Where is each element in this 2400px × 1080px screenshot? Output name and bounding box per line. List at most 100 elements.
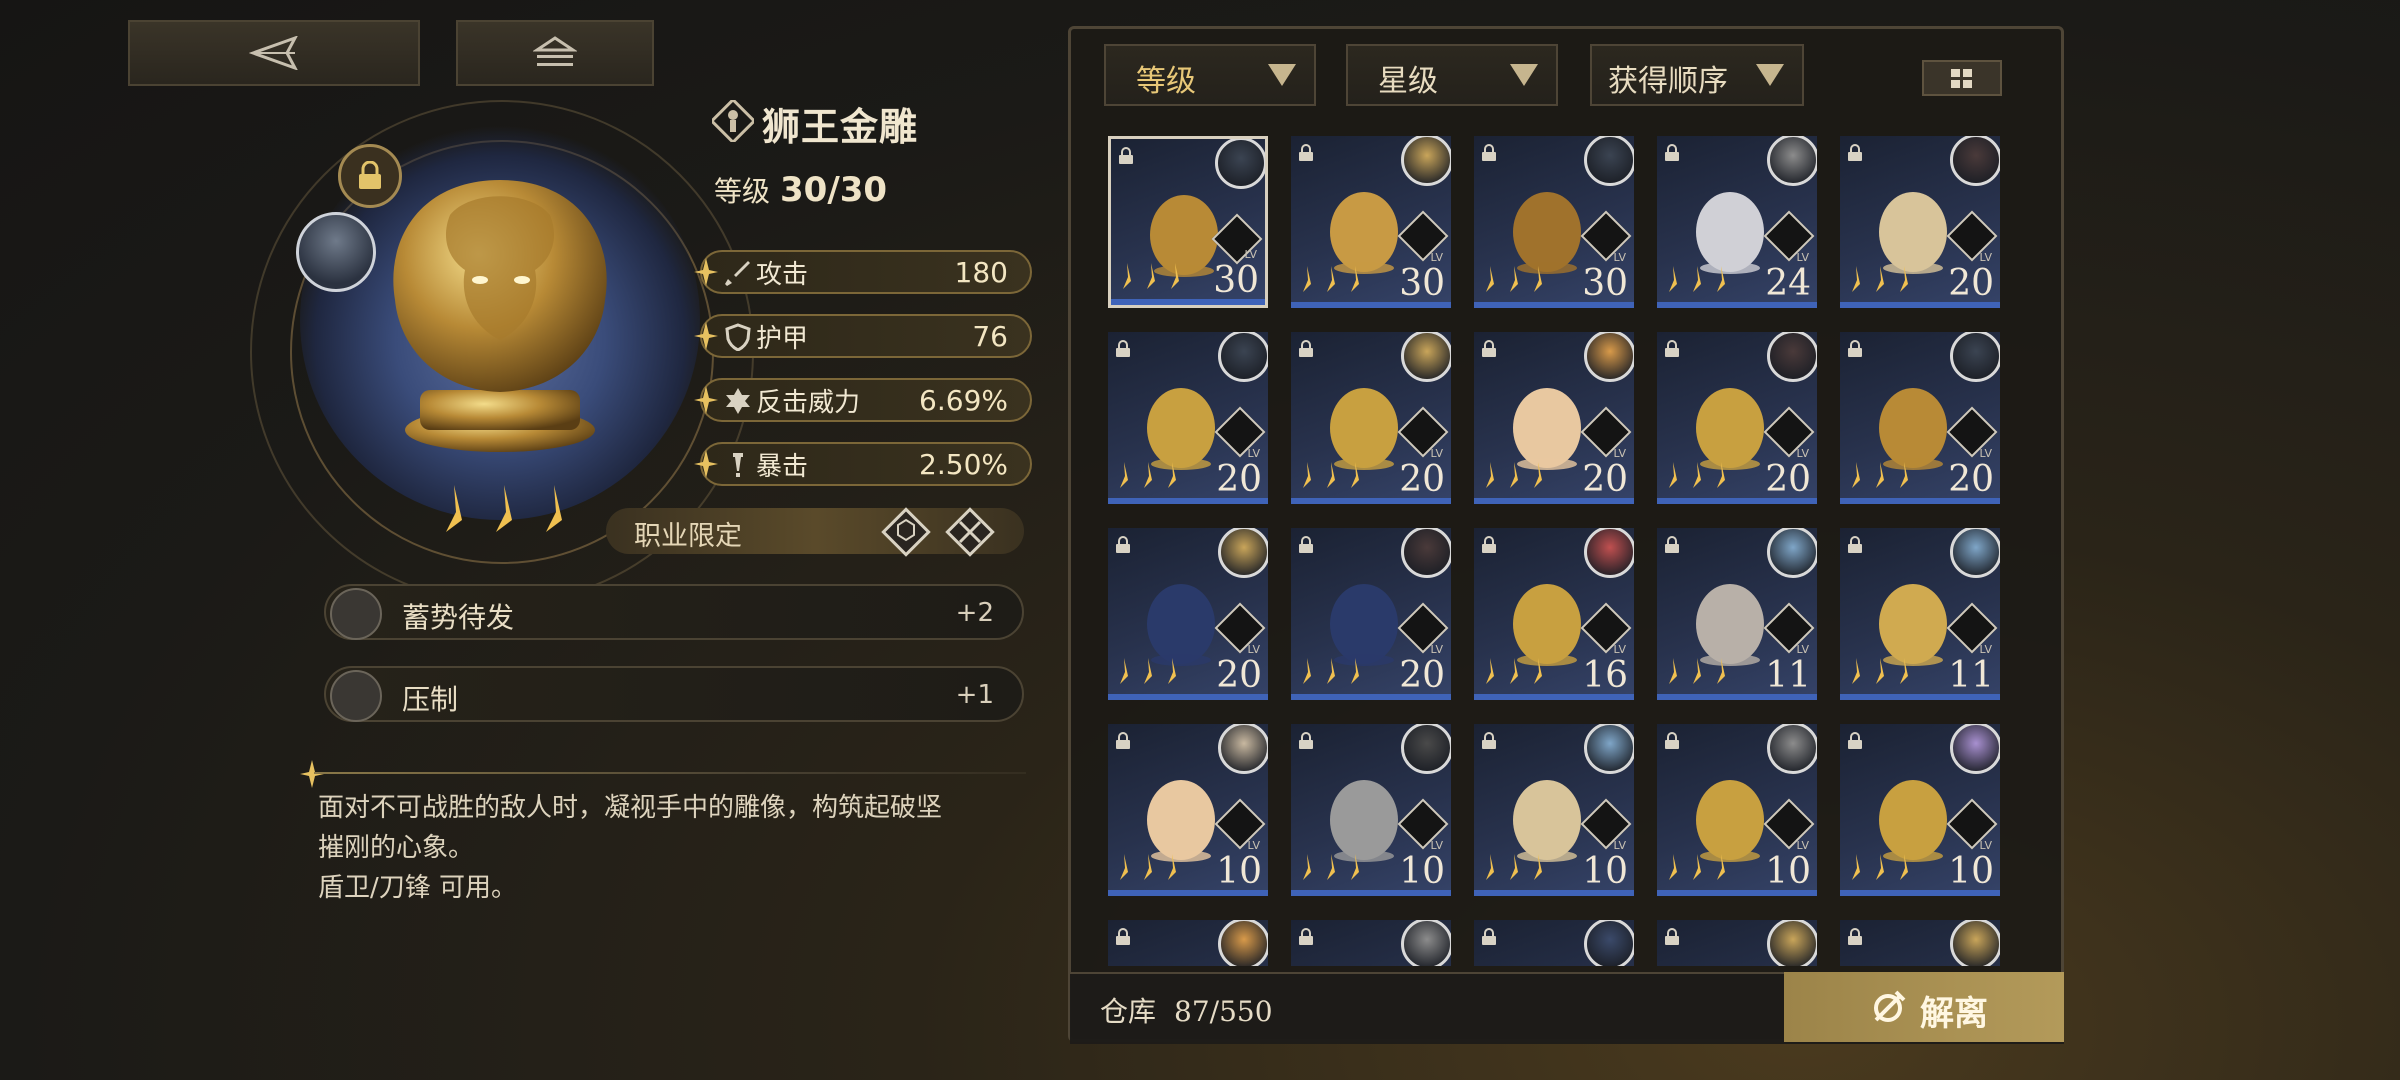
stat-counter-power: 反击威力 6.69% — [694, 378, 1032, 422]
lock-icon — [1299, 144, 1313, 161]
item-thumbnail-icon — [1879, 780, 1947, 862]
equipped-character-avatar[interactable] — [296, 212, 376, 292]
inventory-item-card[interactable] — [1657, 920, 1817, 966]
item-thumbnail-icon — [1879, 388, 1947, 470]
sparkle-icon — [694, 386, 718, 414]
inventory-item-card[interactable]: LV 20 — [1840, 136, 2000, 308]
inventory-item-card[interactable]: LV 24 — [1657, 136, 1817, 308]
item-level: 20 — [1765, 459, 1811, 500]
inventory-item-card[interactable]: LV 11 — [1657, 528, 1817, 700]
inventory-item-card[interactable]: LV 20 — [1840, 332, 2000, 504]
item-thumbnail-icon — [1136, 956, 1226, 966]
filter-level-dropdown[interactable]: 等级 — [1104, 44, 1316, 106]
inventory-item-card[interactable]: LV 10 — [1657, 724, 1817, 896]
level-bar — [1840, 890, 2000, 896]
storage-label: 仓库 — [1100, 995, 1157, 1028]
item-thumbnail-icon — [1513, 388, 1581, 470]
character-avatar — [1767, 920, 1817, 966]
view-toggle-button[interactable] — [1922, 60, 2002, 96]
inventory-item-card[interactable]: LV 10 — [1291, 724, 1451, 896]
item-thumbnail-icon — [1868, 956, 1958, 966]
dismantle-button[interactable]: 解离 — [1784, 972, 2064, 1042]
stat-attack: 攻击 180 — [694, 250, 1032, 294]
level-value: 30/30 — [780, 170, 888, 210]
level-bar — [1108, 890, 1268, 896]
level-bar — [1657, 890, 1817, 896]
job-restriction-label: 职业限定 — [634, 521, 742, 552]
home-icon — [533, 36, 577, 66]
character-avatar — [1401, 920, 1451, 966]
character-avatar — [1584, 332, 1634, 382]
inventory-item-card[interactable]: LV 10 — [1108, 724, 1268, 896]
star-rating-icon — [1669, 854, 1725, 880]
star-rating-icon — [1303, 658, 1359, 684]
item-level: 等级 30/30 — [714, 170, 887, 210]
inventory-item-card[interactable]: LV 20 — [1291, 332, 1451, 504]
lock-icon — [1665, 536, 1679, 553]
sparkle-icon — [694, 450, 718, 478]
inventory-item-card[interactable] — [1474, 920, 1634, 966]
inventory-item-card[interactable]: LV 30 — [1108, 136, 1268, 308]
star-rating-icon — [1486, 854, 1542, 880]
description-line: 摧刚的心象。 — [318, 833, 475, 863]
inventory-item-card[interactable]: LV 20 — [1108, 528, 1268, 700]
character-avatar — [1584, 920, 1634, 966]
job-restriction[interactable]: 职业限定 — [606, 507, 1024, 557]
level-bar — [1840, 302, 2000, 308]
back-button[interactable] — [128, 20, 420, 86]
skill-row[interactable]: 压制 +1 — [324, 666, 1024, 722]
skill-value: +1 — [955, 680, 994, 710]
stat-value: 76 — [972, 319, 1008, 353]
lock-icon — [1848, 732, 1862, 749]
lock-icon — [1482, 536, 1496, 553]
lock-icon — [1299, 340, 1313, 357]
counter-icon — [726, 388, 750, 414]
shield-icon — [725, 323, 751, 351]
item-level: 20 — [1399, 655, 1445, 696]
character-avatar — [1401, 724, 1451, 774]
skill-row[interactable]: 蓄势待发 +2 — [324, 584, 1024, 640]
item-level: 16 — [1582, 655, 1628, 696]
inventory-item-card[interactable]: LV 20 — [1108, 332, 1268, 504]
inventory-item-card[interactable]: LV 10 — [1840, 724, 2000, 896]
stat-label: 反击威力 — [756, 387, 861, 418]
home-button[interactable] — [456, 20, 654, 86]
inventory-item-card[interactable]: LV 16 — [1474, 528, 1634, 700]
character-avatar — [1401, 136, 1451, 186]
inventory-item-card[interactable] — [1291, 920, 1451, 966]
level-bar — [1108, 498, 1268, 504]
lock-icon — [1665, 340, 1679, 357]
level-bar — [1840, 694, 2000, 700]
inventory-item-card[interactable]: LV 20 — [1291, 528, 1451, 700]
inventory-item-card[interactable]: LV 20 — [1474, 332, 1634, 504]
item-thumbnail-icon — [1502, 956, 1592, 966]
character-avatar — [1767, 528, 1817, 578]
stat-label: 护甲 — [756, 323, 809, 354]
sparkle-icon — [694, 322, 718, 350]
chevron-down-icon — [1510, 64, 1538, 86]
item-level: 20 — [1948, 459, 1994, 500]
level-label: 等级 — [714, 175, 771, 208]
inventory-item-card[interactable] — [1840, 920, 2000, 966]
lock-toggle-button[interactable] — [338, 144, 402, 208]
inventory-item-card[interactable]: LV 20 — [1657, 332, 1817, 504]
star-rating-icon — [1852, 462, 1908, 488]
inventory-item-card[interactable]: LV 30 — [1291, 136, 1451, 308]
star-rating-icon — [1486, 266, 1542, 292]
inventory-item-card[interactable]: LV 30 — [1474, 136, 1634, 308]
sparkle-icon — [694, 258, 718, 286]
filter-label: 等级 — [1136, 64, 1196, 99]
item-thumbnail-icon — [1696, 780, 1764, 862]
level-bar — [1111, 299, 1265, 305]
stat-label: 暴击 — [756, 451, 809, 482]
inventory-item-card[interactable]: LV 11 — [1840, 528, 2000, 700]
inventory-item-card[interactable]: LV 10 — [1474, 724, 1634, 896]
item-level: 10 — [1582, 851, 1628, 892]
filter-star-dropdown[interactable]: 星级 — [1346, 44, 1558, 106]
inventory-item-card[interactable] — [1108, 920, 1268, 966]
item-thumbnail-icon — [1685, 956, 1775, 966]
item-thumbnail-icon — [1147, 584, 1215, 666]
chevron-down-icon — [1756, 64, 1784, 86]
item-level: 10 — [1399, 851, 1445, 892]
filter-order-dropdown[interactable]: 获得顺序 — [1590, 44, 1804, 106]
